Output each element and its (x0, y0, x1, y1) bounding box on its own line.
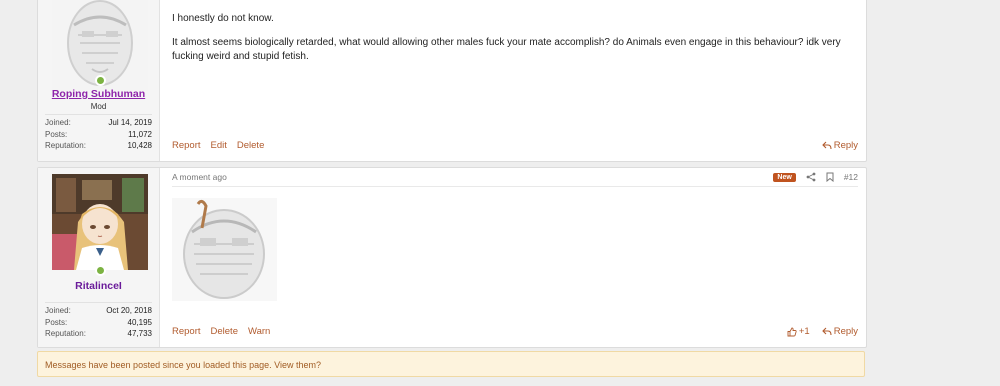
username-link[interactable]: Roping Subhuman (38, 88, 159, 100)
post-number[interactable]: #12 (844, 172, 858, 182)
post-actions: Report Edit Delete (172, 140, 264, 151)
bookmark-icon[interactable] (826, 172, 834, 182)
reply-icon (821, 327, 832, 336)
reply-label: Reply (833, 326, 858, 337)
stat-reputation: Reputation: 47,733 (45, 329, 152, 338)
post-content: A moment ago New #12 Report Delete Warn (172, 168, 858, 347)
reply-button[interactable]: Reply (821, 140, 858, 151)
attached-image[interactable] (172, 198, 277, 301)
message-paragraph: It almost seems biologically retarded, w… (172, 37, 841, 62)
stat-reputation: Reputation: 10,428 (45, 141, 152, 150)
post-right-actions: Reply (821, 140, 858, 151)
user-info-panel: RitalinceI Joined: Oct 20, 2018 Posts: 40,… (38, 168, 160, 347)
avatar[interactable] (52, 174, 148, 270)
like-button[interactable]: +1 (787, 326, 810, 337)
stat-posts: Posts: 40,195 (45, 317, 152, 327)
warn-link[interactable]: Warn (248, 326, 270, 337)
reply-button[interactable]: Reply (821, 326, 858, 337)
user-info-panel: Roping Subhuman Mod Joined: Jul 14, 2019 … (38, 0, 160, 161)
user-stats: Joined: Jul 14, 2019 Posts: 11,072 Reputat… (45, 114, 152, 153)
thumbs-up-icon (787, 327, 797, 336)
post-content: I honestly do not know. It almost seems … (172, 0, 858, 161)
post-header-right: New #12 (773, 172, 858, 182)
post-2: RitalinceI Joined: Oct 20, 2018 Posts: 40,… (37, 167, 867, 348)
reply-icon (821, 141, 832, 150)
delete-link[interactable]: Delete (211, 326, 238, 337)
post-1: Roping Subhuman Mod Joined: Jul 14, 2019 … (37, 0, 867, 162)
user-stats: Joined: Oct 20, 2018 Posts: 40,195 Reputat… (45, 302, 152, 341)
online-status-icon (95, 75, 106, 86)
online-status-icon (95, 265, 106, 276)
post-actions: Report Delete Warn (172, 326, 270, 337)
report-link[interactable]: Report (172, 326, 201, 337)
post-timestamp[interactable]: A moment ago (172, 172, 227, 182)
report-link[interactable]: Report (172, 140, 201, 151)
new-badge: New (773, 172, 796, 182)
reply-label: Reply (833, 140, 858, 151)
post-header: A moment ago New #12 (172, 168, 858, 187)
user-title: Mod (90, 102, 107, 111)
new-messages-notice[interactable]: Messages have been posted since you load… (37, 351, 865, 377)
delete-link[interactable]: Delete (237, 140, 264, 151)
edit-link[interactable]: Edit (211, 140, 227, 151)
stat-joined: Joined: Oct 20, 2018 (45, 306, 152, 315)
username-link[interactable]: RitalinceI (38, 280, 159, 292)
stat-joined: Joined: Jul 14, 2019 (45, 118, 152, 127)
stat-posts: Posts: 11,072 (45, 129, 152, 139)
post-right-actions: +1 Reply (787, 326, 858, 337)
message-paragraph: I honestly do not know. (172, 13, 274, 24)
like-count: +1 (798, 326, 810, 337)
share-icon[interactable] (806, 172, 816, 182)
message-body: I honestly do not know. It almost seems … (172, 12, 858, 74)
